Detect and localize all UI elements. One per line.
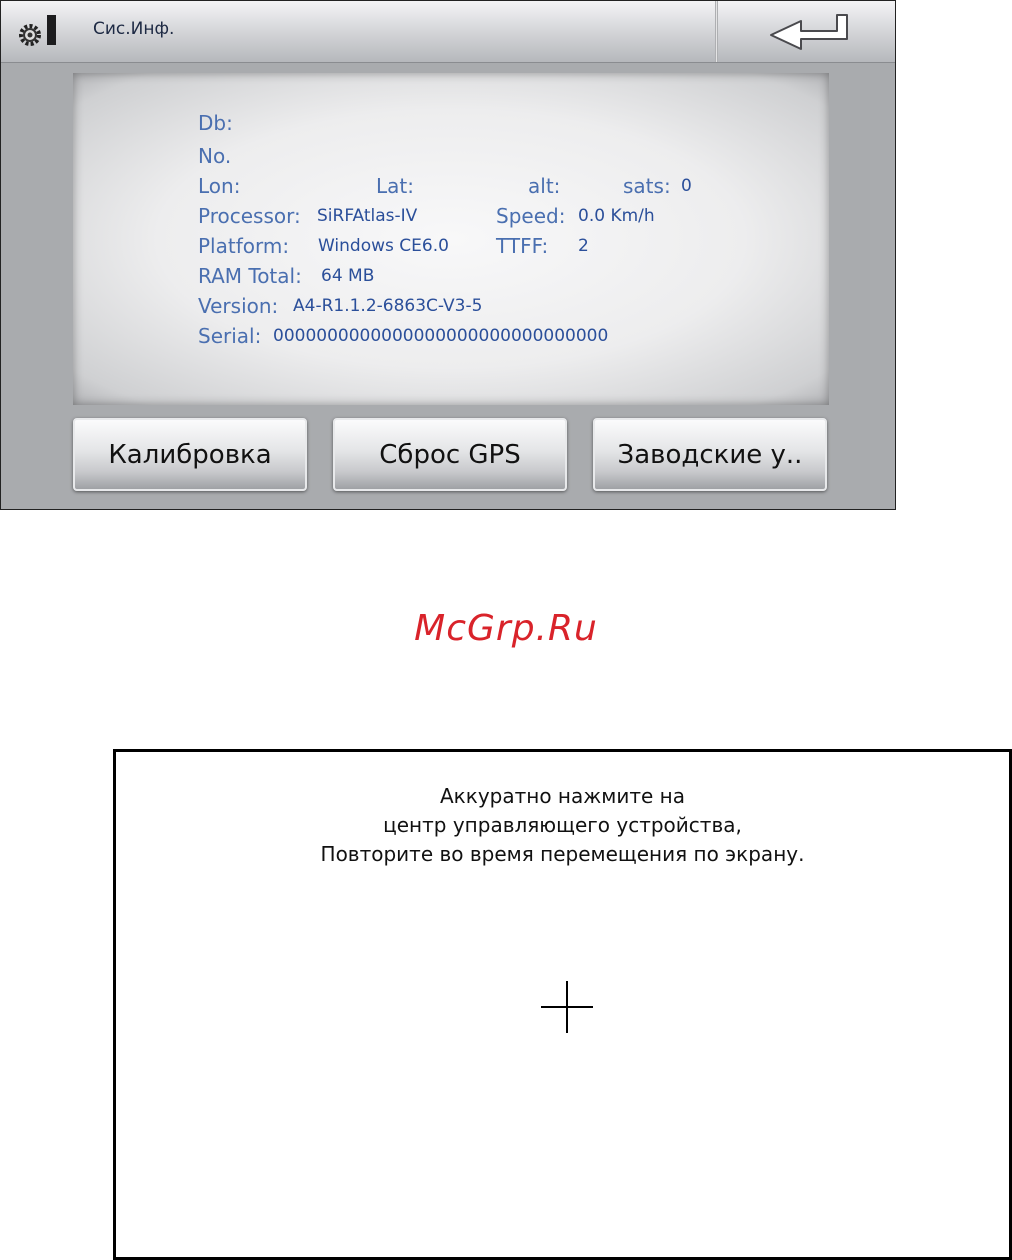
processor-value: SiRFAtlas-IV <box>317 206 418 226</box>
serial-label: Serial: <box>198 324 262 348</box>
ttff-label: TTFF: <box>496 234 549 258</box>
speed-label: Speed: <box>496 204 566 228</box>
processor-label: Processor: <box>198 204 301 228</box>
calibrate-button[interactable]: Калибровка <box>73 418 307 491</box>
serial-value: 0000000000000000000000000000000 <box>273 326 609 346</box>
sats-value: 0 <box>681 176 692 196</box>
calibration-screen[interactable]: Аккуратно нажмите на центр управляющего … <box>113 749 1012 1260</box>
page-title: Сис.Инф. <box>93 19 175 39</box>
platform-label: Platform: <box>198 234 290 258</box>
platform-value: Windows CE6.0 <box>318 236 449 256</box>
instruction-line-3: Повторите во время перемещения по экрану… <box>320 842 805 866</box>
speed-value: 0.0 Km/h <box>578 206 655 226</box>
watermark: McGrp.Ru <box>414 608 598 649</box>
system-info-screen: Сис.Инф. Db: No. Lon: Lat: alt: sats: 0 … <box>0 0 896 510</box>
gear-icon[interactable] <box>13 15 57 51</box>
no-label: No. <box>198 144 232 168</box>
factory-settings-button[interactable]: Заводские у.. <box>593 418 827 491</box>
lon-label: Lon: <box>198 174 241 198</box>
instruction-line-1: Аккуратно нажмите на <box>439 784 686 808</box>
version-label: Version: <box>198 294 279 318</box>
version-value: A4-R1.1.2-6863C-V3-5 <box>293 296 483 316</box>
sats-label: sats: <box>623 174 671 198</box>
ram-label: RAM Total: <box>198 264 302 288</box>
db-label: Db: <box>198 111 233 135</box>
lat-label: Lat: <box>376 174 414 198</box>
reset-gps-button[interactable]: Сброс GPS <box>333 418 567 491</box>
crosshair-icon[interactable] <box>541 981 593 1033</box>
ram-value: 64 MB <box>321 266 375 286</box>
title-bar: Сис.Инф. <box>1 1 895 63</box>
title-divider <box>715 1 718 62</box>
back-arrow-icon[interactable] <box>763 9 859 55</box>
info-panel: Db: No. Lon: Lat: alt: sats: 0 Processor… <box>73 73 829 405</box>
alt-label: alt: <box>528 174 561 198</box>
ttff-value: 2 <box>578 236 589 256</box>
instruction-line-2: центр управляющего устройства, <box>383 813 742 837</box>
